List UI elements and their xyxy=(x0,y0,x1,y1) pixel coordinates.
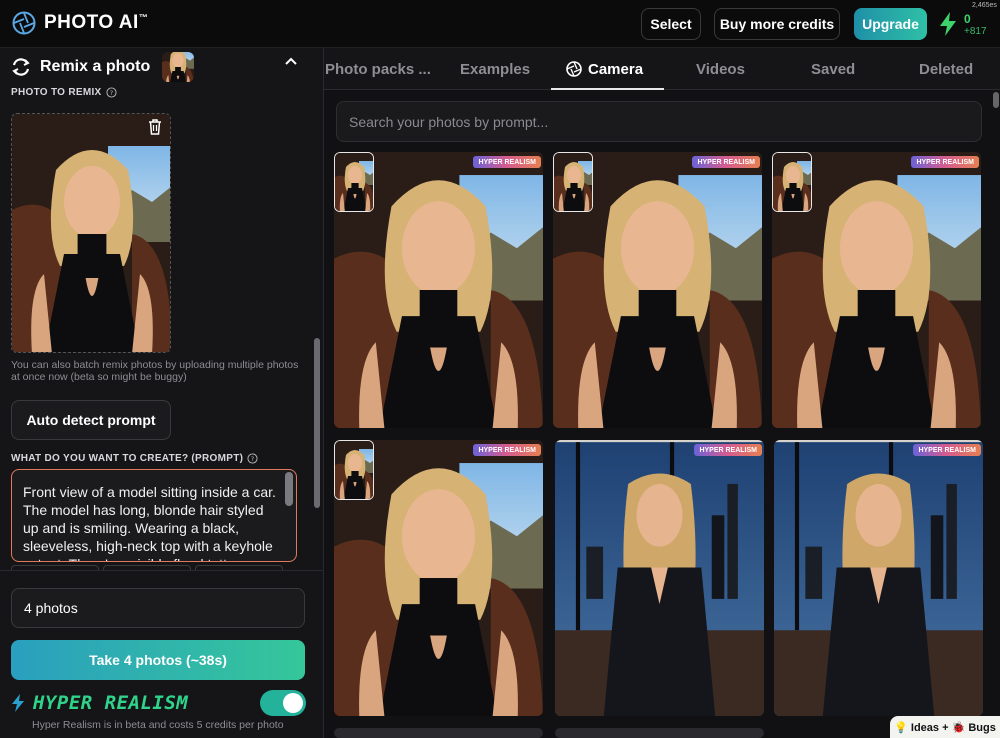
remix-header[interactable]: Remix a photo xyxy=(10,52,310,82)
remix-title: Remix a photo xyxy=(40,58,151,75)
photo-image xyxy=(555,440,764,716)
svg-text:?: ? xyxy=(109,89,112,97)
remix-photo-dropzone[interactable] xyxy=(11,113,171,353)
hyper-realism-logo: HYPER REALISM xyxy=(33,692,189,714)
hyper-realism-note: Hyper Realism is in beta and costs 5 cre… xyxy=(32,719,284,731)
remix-arrows-icon xyxy=(12,58,30,76)
photo-image xyxy=(774,440,983,716)
prompt-textarea[interactable]: Front view of a model sitting inside a c… xyxy=(11,469,297,562)
gallery-scrollbar[interactable] xyxy=(993,92,999,108)
hyper-realism-row: HYPER REALISM xyxy=(11,690,306,716)
credits-delta: +817 xyxy=(964,26,987,37)
credits-small-readout: 2,465es xyxy=(972,2,997,9)
hyper-realism-badge: HYPER REALISM xyxy=(913,444,981,456)
help-circle-icon[interactable]: ? xyxy=(247,453,258,464)
hyper-realism-badge: HYPER REALISM xyxy=(473,156,541,168)
reference-thumbnail xyxy=(553,152,593,212)
hyper-realism-toggle[interactable] xyxy=(260,690,306,716)
tab-photo-packs[interactable]: Photo packs ... xyxy=(325,48,431,90)
remix-photo xyxy=(12,114,170,352)
tab-examples[interactable]: Examples xyxy=(460,48,530,90)
gallery-photo[interactable]: HYPER REALISM xyxy=(553,152,762,428)
chevron-up-icon[interactable] xyxy=(284,54,298,68)
hyper-realism-badge: HYPER REALISM xyxy=(694,444,762,456)
search-input[interactable]: Search your photos by prompt... xyxy=(336,101,982,142)
prompt-label: WHAT DO YOU WANT TO CREATE? (PROMPT) ? xyxy=(11,453,258,464)
buy-credits-button[interactable]: Buy more credits xyxy=(714,8,840,40)
ideas-bugs-button[interactable]: 💡 Ideas + 🐞 Bugs xyxy=(890,716,1000,738)
trash-icon[interactable] xyxy=(148,119,162,135)
toggle-knob xyxy=(283,693,303,713)
remix-thumbnail xyxy=(162,52,195,82)
tab-saved[interactable]: Saved xyxy=(811,48,855,90)
top-bar: PHOTO AI™ Select Buy more credits Upgrad… xyxy=(0,0,1000,48)
gallery-photo[interactable]: HYPER REALISM xyxy=(772,152,981,428)
help-circle-icon[interactable]: ? xyxy=(105,87,117,98)
tab-videos[interactable]: Videos xyxy=(696,48,745,90)
select-button[interactable]: Select xyxy=(641,8,701,40)
gallery-photo[interactable]: HYPER REALISM xyxy=(334,440,543,716)
svg-text:?: ? xyxy=(251,455,254,463)
tab-deleted[interactable]: Deleted xyxy=(919,48,973,90)
auto-detect-prompt-button[interactable]: Auto detect prompt xyxy=(11,400,171,440)
app-logo[interactable]: PHOTO AI™ xyxy=(12,11,148,35)
lightning-bolt-icon xyxy=(940,12,956,36)
take-photos-button[interactable]: Take 4 photos (~38s) xyxy=(11,640,305,680)
reference-thumbnail xyxy=(772,152,812,212)
credits-value: 0 xyxy=(964,12,971,26)
tab-camera[interactable]: Camera xyxy=(566,48,643,90)
gallery-photo[interactable]: HYPER REALISM xyxy=(334,152,543,428)
photo-to-remix-label: PHOTO TO REMIX ? xyxy=(11,87,117,98)
gallery-photo[interactable] xyxy=(334,728,543,738)
panel-scrollbar[interactable] xyxy=(314,338,320,508)
batch-remix-note: You can also batch remix photos by uploa… xyxy=(11,359,299,383)
gallery-tabs: Photo packs ... Examples Camera Videos S… xyxy=(324,48,1000,90)
upgrade-button[interactable]: Upgrade xyxy=(854,8,927,40)
reference-thumbnail xyxy=(334,440,374,500)
photo-count-select[interactable]: 4 photos xyxy=(11,588,305,628)
app-name: PHOTO AI™ xyxy=(44,12,149,33)
lightning-bolt-icon xyxy=(12,694,24,712)
gallery-photo[interactable] xyxy=(555,728,764,738)
hyper-realism-badge: HYPER REALISM xyxy=(911,156,979,168)
gallery-photo[interactable]: HYPER REALISM xyxy=(774,440,983,716)
hyper-realism-badge: HYPER REALISM xyxy=(473,444,541,456)
gallery-photo[interactable]: HYPER REALISM xyxy=(555,440,764,716)
aperture-icon xyxy=(566,61,582,77)
reference-thumbnail xyxy=(334,152,374,212)
panel-divider xyxy=(0,570,323,571)
aperture-logo-icon xyxy=(12,11,36,35)
hyper-realism-badge: HYPER REALISM xyxy=(692,156,760,168)
remix-panel: Remix a photo PHOTO TO REMIX ? You can a… xyxy=(0,48,324,738)
prompt-scrollbar[interactable] xyxy=(285,472,293,506)
